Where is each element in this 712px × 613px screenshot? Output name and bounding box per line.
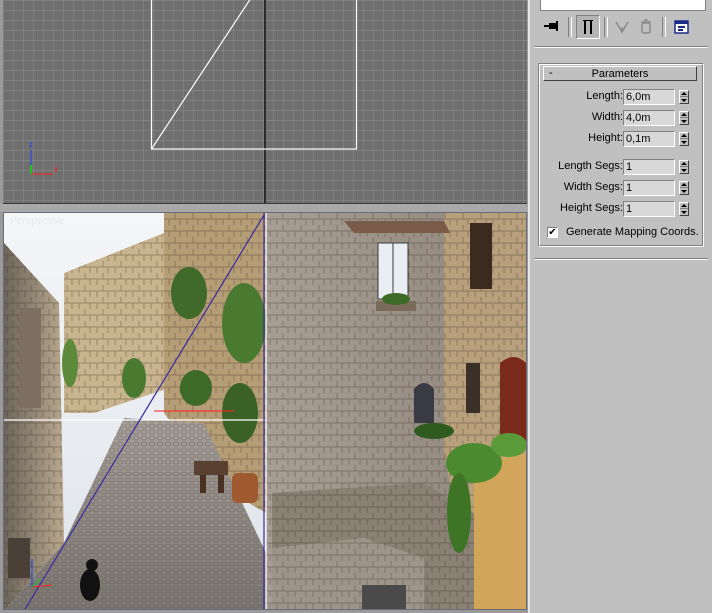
param-row-length: Length: 6,0m — [539, 89, 705, 105]
rollout-title: Parameters — [591, 68, 649, 80]
panel-divider — [534, 258, 708, 260]
width-spinner[interactable] — [679, 111, 689, 125]
param-row-height: Height: 0,1m — [539, 131, 705, 147]
length-spinner[interactable] — [679, 90, 689, 104]
viewport-separator[interactable] — [0, 204, 528, 212]
box-object-outline[interactable] — [150, 0, 358, 150]
remove-modifier-button[interactable] — [634, 15, 658, 39]
generate-mapping-label[interactable]: Generate Mapping Coords. — [566, 226, 699, 238]
toolbar-separator — [662, 17, 666, 37]
height-segs-field[interactable]: 1 — [623, 201, 675, 217]
modifier-stack-toolbar — [536, 15, 708, 41]
make-unique-button[interactable] — [610, 15, 634, 39]
height-segs-spinner[interactable] — [679, 202, 689, 216]
top-viewport-canvas: z x — [29, 0, 358, 203]
modifier-stack-list[interactable] — [540, 0, 706, 11]
width-field[interactable]: 4,0m — [623, 110, 675, 126]
parameters-rollout: - Parameters Length: 6,0m Width: 4,0m He… — [538, 63, 704, 247]
generate-mapping-checkbox[interactable]: ✔ — [547, 227, 558, 238]
height-field[interactable]: 0,1m — [623, 131, 675, 147]
svg-text:x: x — [54, 165, 58, 174]
configure-modifier-sets-button[interactable] — [670, 15, 694, 39]
svg-text:z: z — [29, 140, 33, 149]
viewports-area: z x Perspective — [0, 0, 528, 613]
toolbar-divider — [534, 46, 708, 48]
command-panel: - Parameters Length: 6,0m Width: 4,0m He… — [528, 0, 712, 613]
parameters-rollout-header[interactable]: - Parameters — [543, 66, 697, 81]
width-segs-spinner[interactable] — [679, 181, 689, 195]
configure-modifier-sets-icon — [674, 20, 689, 34]
viewport-label-perspective[interactable]: Perspective — [10, 216, 64, 227]
toolbar-separator — [604, 17, 608, 37]
height-spinner[interactable] — [679, 132, 689, 146]
width-segs-field[interactable]: 1 — [623, 180, 675, 196]
param-row-width-segs: Width Segs: 1 — [539, 180, 705, 196]
perspective-scene-image — [4, 213, 526, 609]
length-segs-field[interactable]: 1 — [623, 159, 675, 175]
pin-stack-icon — [544, 21, 558, 31]
show-end-result-button[interactable] — [576, 15, 600, 39]
length-label: Length: — [586, 90, 623, 102]
perspective-viewport[interactable]: Perspective — [3, 212, 527, 610]
width-label: Width: — [591, 111, 623, 123]
show-end-result-icon — [583, 20, 593, 34]
length-segs-label: Length Segs: — [558, 160, 623, 172]
param-row-length-segs: Length Segs: 1 — [539, 159, 705, 175]
box-object-diagonal — [150, 0, 251, 150]
make-unique-icon — [615, 21, 629, 34]
height-label: Height: — [588, 132, 623, 144]
param-row-width: Width: 4,0m — [539, 110, 705, 126]
pin-stack-button[interactable] — [540, 15, 564, 39]
width-segs-label: Width Segs: — [563, 181, 623, 193]
top-viewport[interactable]: z x — [3, 0, 527, 204]
param-row-height-segs: Height Segs: 1 — [539, 201, 705, 217]
toolbar-separator — [568, 17, 572, 37]
remove-modifier-icon — [641, 19, 651, 34]
length-field[interactable]: 6,0m — [623, 89, 675, 105]
height-segs-label: Height Segs: — [560, 202, 623, 214]
length-segs-spinner[interactable] — [679, 160, 689, 174]
view-axis-tripod: z x — [29, 140, 58, 175]
